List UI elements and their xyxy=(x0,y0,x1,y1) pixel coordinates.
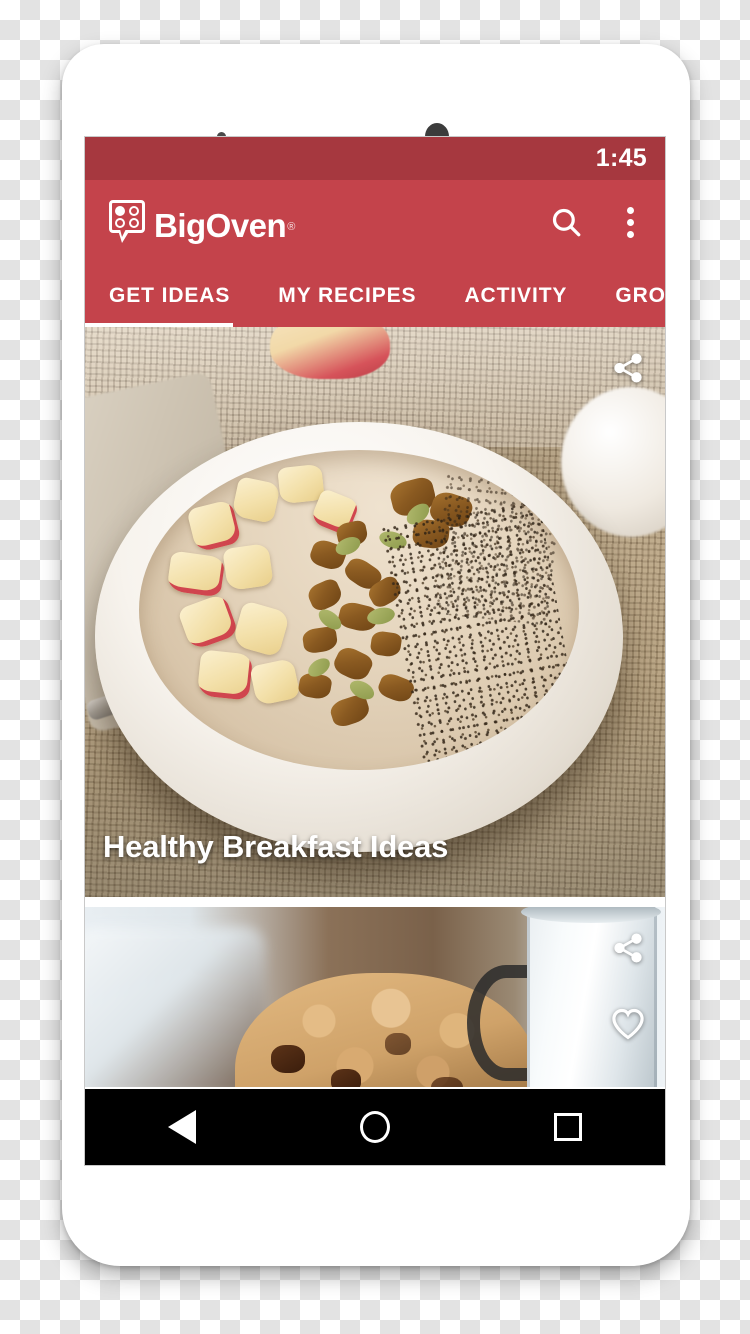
recipe-card[interactable]: Healthy Breakfast Ideas xyxy=(85,327,665,897)
card-action-buttons xyxy=(605,345,651,421)
recipe-card[interactable] xyxy=(85,907,665,1087)
registered-trademark-icon: ® xyxy=(287,221,296,233)
status-bar: 1:45 xyxy=(85,137,665,180)
share-icon[interactable] xyxy=(605,925,651,971)
phone-screen: 1:45 BigOven ® GET IDEAS MY RECIPES ACTI… xyxy=(84,136,666,1166)
tab-my-recipes[interactable]: MY RECIPES xyxy=(254,264,440,327)
recipe-feed[interactable]: Healthy Breakfast Ideas xyxy=(85,327,665,1165)
android-navigation-bar xyxy=(85,1089,665,1165)
tab-label: ACTIVITY xyxy=(464,283,568,307)
app-brand-name: BigOven xyxy=(154,207,287,244)
back-triangle-icon[interactable] xyxy=(142,1089,222,1165)
card-image xyxy=(85,327,665,897)
card-title: Healthy Breakfast Ideas xyxy=(103,829,449,864)
card-action-buttons xyxy=(605,925,651,1077)
heart-icon[interactable] xyxy=(605,1001,651,1047)
card-image xyxy=(85,907,665,1087)
tab-get-ideas[interactable]: GET IDEAS xyxy=(85,264,254,327)
app-bar-actions xyxy=(543,199,647,245)
app-bar: BigOven ® xyxy=(85,180,665,264)
search-icon[interactable] xyxy=(543,199,589,245)
bigoven-logo-icon xyxy=(109,200,147,244)
recents-square-icon[interactable] xyxy=(528,1089,608,1165)
tab-activity[interactable]: ACTIVITY xyxy=(440,264,591,327)
overflow-menu-icon[interactable] xyxy=(613,199,647,245)
tab-label: GET IDEAS xyxy=(109,283,231,307)
home-circle-icon[interactable] xyxy=(335,1089,415,1165)
status-bar-clock: 1:45 xyxy=(595,144,647,172)
tab-grocery-list[interactable]: GROCE xyxy=(591,264,665,327)
tab-bar: GET IDEAS MY RECIPES ACTIVITY GROCE xyxy=(85,264,665,327)
tab-label: MY RECIPES xyxy=(278,283,417,307)
app-brand[interactable]: BigOven ® xyxy=(109,200,295,244)
share-icon[interactable] xyxy=(605,345,651,391)
tab-label: GROCE xyxy=(615,283,665,307)
